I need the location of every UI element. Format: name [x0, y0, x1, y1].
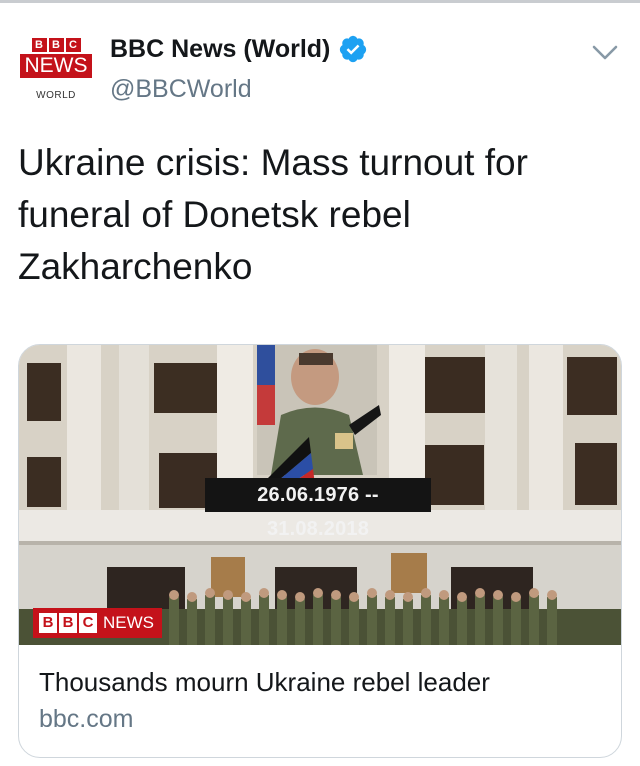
avatar[interactable]: B B C NEWS WORLD — [18, 38, 94, 114]
avatar-world-text: WORLD — [36, 90, 76, 101]
avatar-block-b1: B — [31, 38, 47, 52]
card-title[interactable]: Thousands mourn Ukraine rebel leader — [39, 667, 490, 698]
logo-block-b1: B — [39, 613, 57, 633]
bbc-news-logo: B B C NEWS — [33, 608, 162, 638]
top-divider — [0, 0, 640, 3]
chevron-down-icon[interactable] — [590, 42, 620, 64]
avatar-bbc-blocks: B B C — [18, 38, 94, 52]
avatar-news-text: NEWS — [20, 54, 92, 78]
link-card[interactable]: 26.06.1976 -- 31.08.2018 B B C NEWS Thou… — [18, 344, 622, 758]
tweet-header: B B C NEWS WORLD BBC News (World) @BBCWo… — [18, 28, 622, 114]
avatar-block-c: C — [65, 38, 81, 52]
handle[interactable]: @BBCWorld — [110, 75, 252, 104]
display-name[interactable]: BBC News (World) — [110, 35, 330, 64]
logo-block-b2: B — [59, 613, 77, 633]
card-image[interactable]: 26.06.1976 -- 31.08.2018 B B C NEWS — [19, 345, 621, 645]
date-banner: 26.06.1976 -- 31.08.2018 — [205, 478, 431, 540]
tweet-text: Ukraine crisis: Mass turnout for funeral… — [18, 142, 528, 287]
logo-news-text: NEWS — [103, 613, 154, 632]
card-domain[interactable]: bbc.com — [39, 705, 133, 734]
logo-block-c: C — [79, 613, 97, 633]
name-row: BBC News (World) — [110, 34, 368, 64]
avatar-block-b2: B — [48, 38, 64, 52]
verified-badge-icon — [340, 35, 367, 63]
